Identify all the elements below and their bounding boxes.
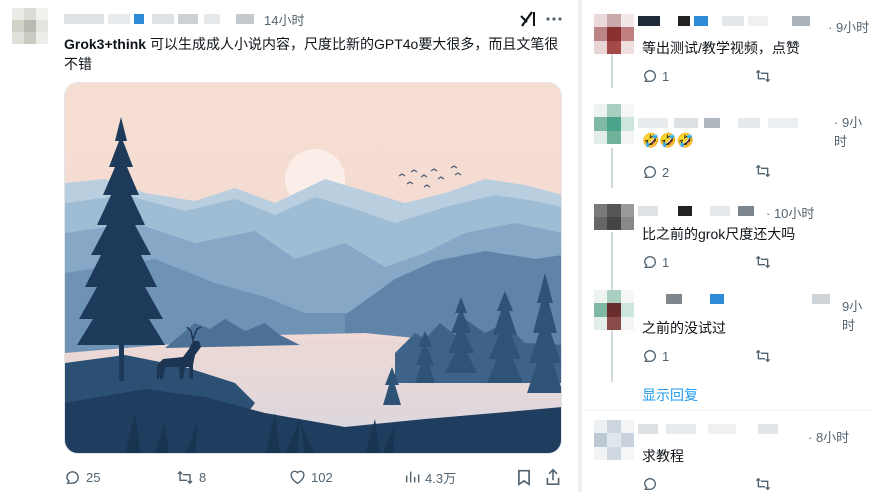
replies-panel: · 9小时 等出测试/教学视频，点赞 1 · 9小时 🤣🤣🤣 2 · 10小时 … [582, 0, 870, 492]
reply-text: 之前的没试过 [642, 320, 726, 336]
retweet-icon[interactable] [754, 163, 772, 179]
reply-icon[interactable] [642, 476, 658, 492]
reply-count: 25 [86, 469, 101, 485]
reply-count: 1 [662, 254, 670, 270]
reply-time[interactable]: · 8小时 [808, 427, 849, 446]
reply-text: 比之前的grok尺度还大吗 [642, 226, 796, 242]
reply-icon [643, 166, 656, 178]
retweet-icon[interactable] [754, 476, 772, 492]
avatar[interactable] [12, 8, 48, 44]
share-icon[interactable] [545, 468, 561, 486]
reply-text: 🤣🤣🤣 [642, 132, 695, 148]
username-redacted[interactable] [638, 206, 768, 216]
tweet-time[interactable]: 14小时 [264, 10, 304, 29]
avatar[interactable] [594, 104, 634, 144]
show-replies-link[interactable]: 显示回复 [642, 385, 698, 405]
views-button[interactable]: 4.3万 [404, 467, 456, 487]
retweet-icon[interactable] [754, 348, 772, 364]
username-redacted[interactable] [638, 294, 838, 304]
retweet-icon[interactable] [754, 254, 772, 270]
reply-time[interactable]: · 9小时 [828, 17, 869, 36]
username-redacted[interactable] [638, 424, 808, 434]
tweet-image[interactable] [64, 82, 562, 454]
avatar[interactable] [594, 420, 634, 460]
more-dots-icon[interactable] [546, 16, 562, 22]
like-button[interactable]: 102 [289, 467, 333, 487]
reply-button[interactable]: 1 [642, 348, 669, 364]
retweet-icon[interactable] [754, 68, 772, 84]
tweet-text: Grok3+think 可以生成成人小说内容，尺度比新的GPT4o要大很多，而且… [64, 34, 572, 74]
reply-time[interactable]: · 9小时 [834, 112, 870, 150]
reply-icon [643, 256, 656, 268]
reply-icon [643, 350, 656, 362]
reply-icon [643, 70, 656, 82]
reply-time[interactable]: · 10小时 [766, 203, 814, 222]
avatar[interactable] [594, 290, 634, 330]
thread-line [611, 148, 613, 188]
like-count: 102 [311, 469, 333, 485]
tweet-bold: Grok3+think [64, 36, 147, 52]
thread-line [611, 50, 613, 88]
reply-count: 1 [662, 348, 670, 364]
views-count: 4.3万 [425, 470, 457, 486]
username-redacted[interactable] [638, 16, 830, 26]
reply-button[interactable]: 2 [642, 164, 669, 180]
reply-button[interactable]: 25 [64, 467, 100, 487]
retweet-button[interactable]: 8 [176, 467, 206, 487]
main-tweet: 14小时 Grok3+think 可以生成成人小说内容，尺度比新的GPT4o要大… [0, 0, 582, 492]
username-redacted[interactable] [638, 118, 818, 128]
bookmark-icon[interactable] [517, 469, 531, 486]
reply-text: 等出测试/教学视频，点赞 [642, 40, 800, 56]
reply-icon [66, 470, 79, 484]
retweet-icon [177, 470, 193, 484]
grok-slash-icon[interactable] [519, 10, 537, 28]
username-redacted[interactable] [64, 14, 259, 24]
reply-count: 1 [662, 68, 670, 84]
reply-time[interactable]: 9小时 [842, 296, 870, 334]
reply-count: 2 [662, 164, 670, 180]
reply-button[interactable]: 1 [642, 68, 669, 84]
reply-button[interactable]: 1 [642, 254, 669, 270]
heart-icon [290, 470, 305, 485]
retweet-count: 8 [199, 469, 207, 485]
reply-text: 求教程 [642, 448, 684, 464]
avatar[interactable] [594, 14, 634, 54]
views-bar-icon [405, 471, 420, 483]
divider [582, 410, 870, 411]
avatar[interactable] [594, 204, 634, 230]
